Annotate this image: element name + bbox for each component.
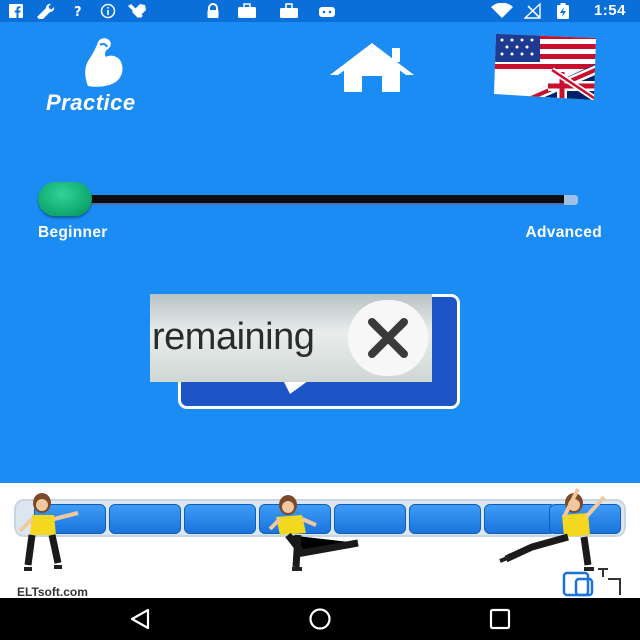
facebook-icon <box>9 4 23 19</box>
app-content: Practice Beginner Advanced remaining <box>0 22 640 483</box>
ad-overlay[interactable]: remaining <box>150 294 432 382</box>
recent-apps-icon[interactable] <box>488 608 512 630</box>
us-uk-flag-icon <box>494 34 596 100</box>
battery-charging-icon <box>557 3 569 19</box>
navigation-bar <box>0 598 640 640</box>
flexed-arm-icon <box>85 38 123 87</box>
status-bar: ? 1:54 <box>0 0 640 22</box>
briefcase-icon <box>238 3 256 18</box>
girl-figure-right <box>499 488 606 571</box>
language-flag-button[interactable] <box>492 32 600 102</box>
status-time: 1:54 <box>593 2 626 19</box>
tools-icon <box>128 4 146 18</box>
slider-thumb[interactable] <box>38 182 92 216</box>
back-icon[interactable] <box>128 608 152 630</box>
home-icon <box>330 43 414 92</box>
wrench-icon <box>37 3 55 19</box>
girl-figure-left <box>18 493 79 571</box>
lock-icon <box>207 3 219 18</box>
beginner-label: Beginner <box>38 224 108 241</box>
bag-icon <box>280 3 298 18</box>
level-slider[interactable] <box>38 182 580 222</box>
home-button[interactable] <box>326 40 418 96</box>
bottom-banner: ELTsoft.com <box>0 483 640 599</box>
wifi-icon <box>491 3 513 18</box>
info-icon <box>100 3 116 19</box>
advanced-label: Advanced <box>525 224 602 241</box>
slider-track[interactable] <box>78 195 576 205</box>
svg-text:?: ? <box>74 5 82 19</box>
progress-cell <box>109 504 181 534</box>
practice-button[interactable]: Practice <box>38 34 168 115</box>
progress-cell <box>409 504 481 534</box>
slider-track-end <box>564 195 578 205</box>
signal-icon <box>524 3 541 19</box>
close-icon <box>368 318 408 358</box>
home-nav-icon[interactable] <box>306 608 334 630</box>
ad-remaining-text: remaining <box>152 316 315 358</box>
progress-cell <box>184 504 256 534</box>
elt-soft-logo-icon <box>562 568 621 597</box>
girl-figure-middle <box>268 495 359 571</box>
ad-close-button[interactable] <box>348 300 428 376</box>
android-icon <box>319 7 335 17</box>
help-icon: ? <box>74 5 82 19</box>
practice-label: Practice <box>46 90 136 115</box>
eltsoft-brand-text: ELTsoft.com <box>17 585 88 599</box>
